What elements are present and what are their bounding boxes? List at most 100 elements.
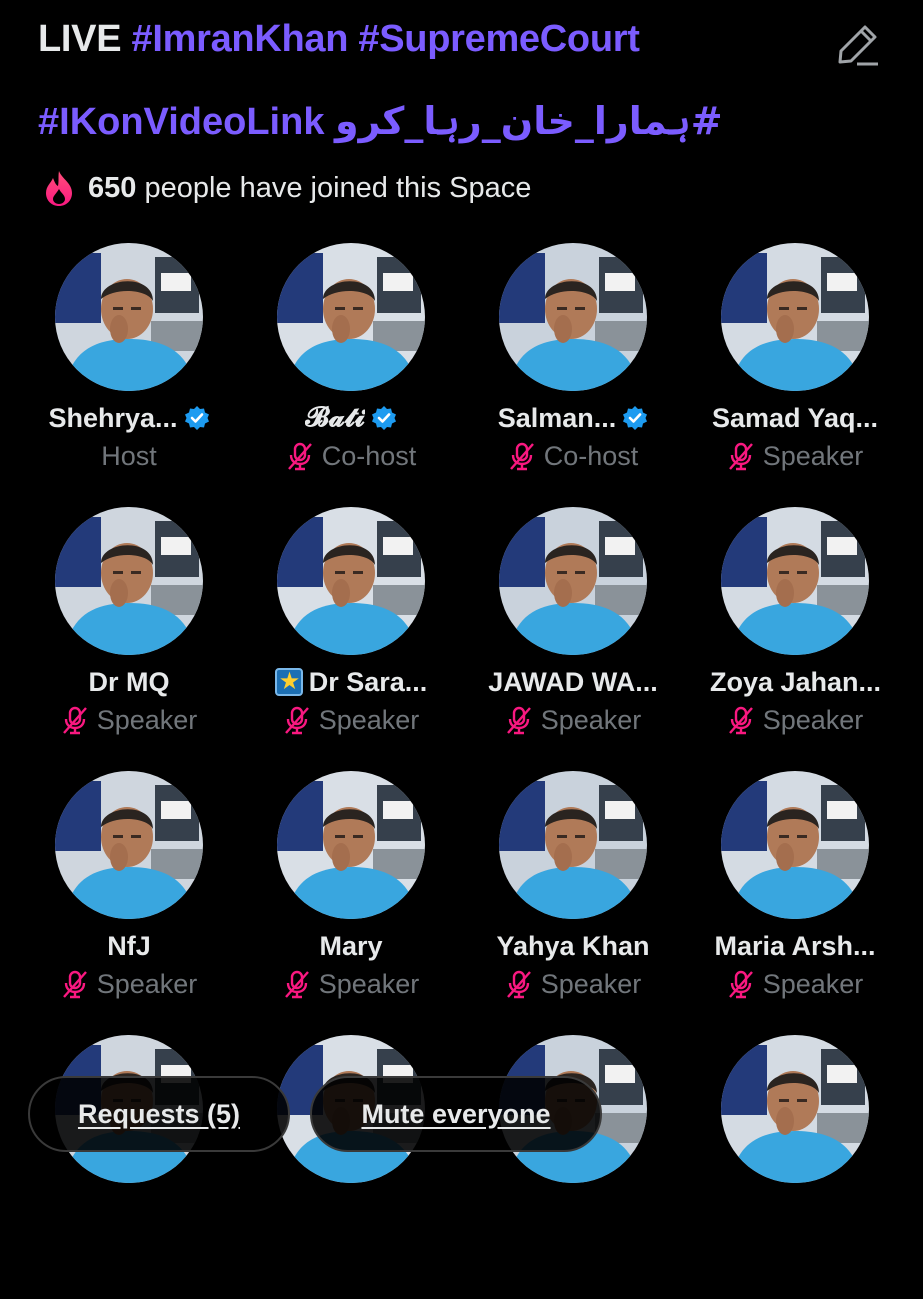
muted-mic-icon [728,442,753,471]
muted-mic-icon [506,706,531,735]
participant-name: Mary [319,929,382,963]
muted-mic-icon [506,970,531,999]
participant-card[interactable]: NfJ Speaker [18,771,240,1035]
avatar[interactable] [277,771,425,919]
hashtag-supremecourt[interactable]: #SupremeCourt [358,18,639,60]
verified-badge-icon [184,406,209,430]
verified-badge-icon [371,406,396,430]
avatar[interactable] [721,507,869,655]
avatar[interactable] [721,771,869,919]
hashtag-imrankhan[interactable]: #ImranKhan [132,18,349,60]
flame-icon [46,171,72,206]
participant-name: Zoya Jahan... [710,665,880,699]
participant-role: Speaker [283,967,420,1001]
participant-role-text: Co-host [543,440,639,471]
bottom-action-bar: Requests (5) Mute everyone [28,1076,602,1152]
participant-role: Speaker [727,967,864,1001]
participant-role: Speaker [727,439,864,473]
participant-role-text: Speaker [762,968,864,999]
participant-name: Dr MQ [89,665,170,699]
participant-role-text: Speaker [540,968,642,999]
participant-role: Speaker [283,703,420,737]
participant-card[interactable]: JAWAD WA... Speaker [462,507,684,771]
participant-name: Maria Arsh... [714,929,875,963]
avatar[interactable] [499,507,647,655]
participant-name-text: Yahya Khan [496,930,650,961]
mute-everyone-button[interactable]: Mute everyone [310,1076,602,1152]
live-label: LIVE [38,18,122,60]
participant-name-text: Samad Yaq... [711,402,879,433]
edit-button[interactable] [834,20,882,68]
participant-card[interactable] [684,1035,906,1299]
participant-card[interactable] [240,1035,462,1299]
participant-role: Co-host [286,439,417,473]
verified-badge-icon [623,406,648,430]
avatar[interactable] [277,243,425,391]
requests-button[interactable]: Requests (5) [28,1076,290,1152]
participant-card[interactable]: Salman... Co-host [462,243,684,507]
avatar[interactable] [721,1035,869,1183]
muted-mic-icon [62,970,87,999]
participant-card[interactable]: Maria Arsh... Speaker [684,771,906,1035]
participant-name-text: JAWAD WA... [488,666,658,697]
muted-mic-icon [284,706,309,735]
participant-name-text: Maria Arsh... [714,930,876,961]
space-title-line-2: #IKonVideoLink #ہمارا_خان_رہا_کرو [38,96,723,147]
participant-name-text: Zoya Jahan... [710,666,880,697]
muted-mic-icon [284,970,309,999]
participant-role: Speaker [727,703,864,737]
avatar[interactable] [55,507,203,655]
avatar[interactable] [499,771,647,919]
participant-name-text: NfJ [107,930,151,961]
participant-card[interactable]: 𝓑𝓪𝓽𝓲 Co-host [240,243,462,507]
participant-role: Co-host [508,439,639,473]
participant-role-text: Speaker [762,704,864,735]
participant-card[interactable]: Yahya Khan Speaker [462,771,684,1035]
participant-name: Salman... [498,401,649,435]
avatar[interactable] [721,243,869,391]
participant-card[interactable] [18,1035,240,1299]
muted-mic-icon [62,706,87,735]
participant-name-text: Shehrya... [48,402,178,433]
participant-name-text: Dr Sara... [308,666,428,697]
muted-mic-icon [728,706,753,735]
joined-text: people have joined this Space [144,171,532,204]
participant-card[interactable]: Mary Speaker [240,771,462,1035]
participant-name-text: 𝓑𝓪𝓽𝓲 [305,402,365,432]
participant-role-text: Speaker [540,704,642,735]
participant-role-text: Host [101,440,157,471]
participant-role-text: Speaker [318,968,420,999]
participant-name: Shehrya... [48,401,209,435]
participant-role: Speaker [505,967,642,1001]
joined-count-row: 650 people have joined this Space [42,166,531,210]
space-title-line-1: LIVE #ImranKhan #SupremeCourt [38,14,640,64]
joined-count: 650 [88,171,137,204]
participant-name: Samad Yaq... [712,401,878,435]
participant-card[interactable]: Zoya Jahan... Speaker [684,507,906,771]
participant-card[interactable]: Dr MQ Speaker [18,507,240,771]
participant-name: 𝓑𝓪𝓽𝓲 [305,401,397,435]
edit-pencil-icon [838,25,878,66]
participant-role: Speaker [505,703,642,737]
participant-role-text: Speaker [762,440,864,471]
participant-role-text: Speaker [318,704,420,735]
participant-card[interactable]: Samad Yaq... Speaker [684,243,906,507]
participant-card[interactable]: Shehrya... Host [18,243,240,507]
avatar[interactable] [499,243,647,391]
participant-card[interactable] [462,1035,684,1299]
participant-name-text: Salman... [497,402,617,433]
participant-name-text: Mary [319,930,383,961]
muted-mic-icon [728,970,753,999]
avatar[interactable] [277,507,425,655]
avatar[interactable] [55,771,203,919]
avatar[interactable] [55,243,203,391]
participant-role-text: Speaker [96,968,198,999]
participant-role: Host [101,439,157,473]
muted-mic-icon [287,442,312,471]
hashtag-ikonvideolink[interactable]: #IKonVideoLink [38,101,324,143]
muted-mic-icon [509,442,534,471]
participant-role-text: Co-host [321,440,417,471]
participant-card[interactable]: Dr Sara... Speaker [240,507,462,771]
hashtag-urdu[interactable]: #ہمارا_خان_رہا_کرو [335,99,723,143]
participant-role: Speaker [61,967,198,1001]
